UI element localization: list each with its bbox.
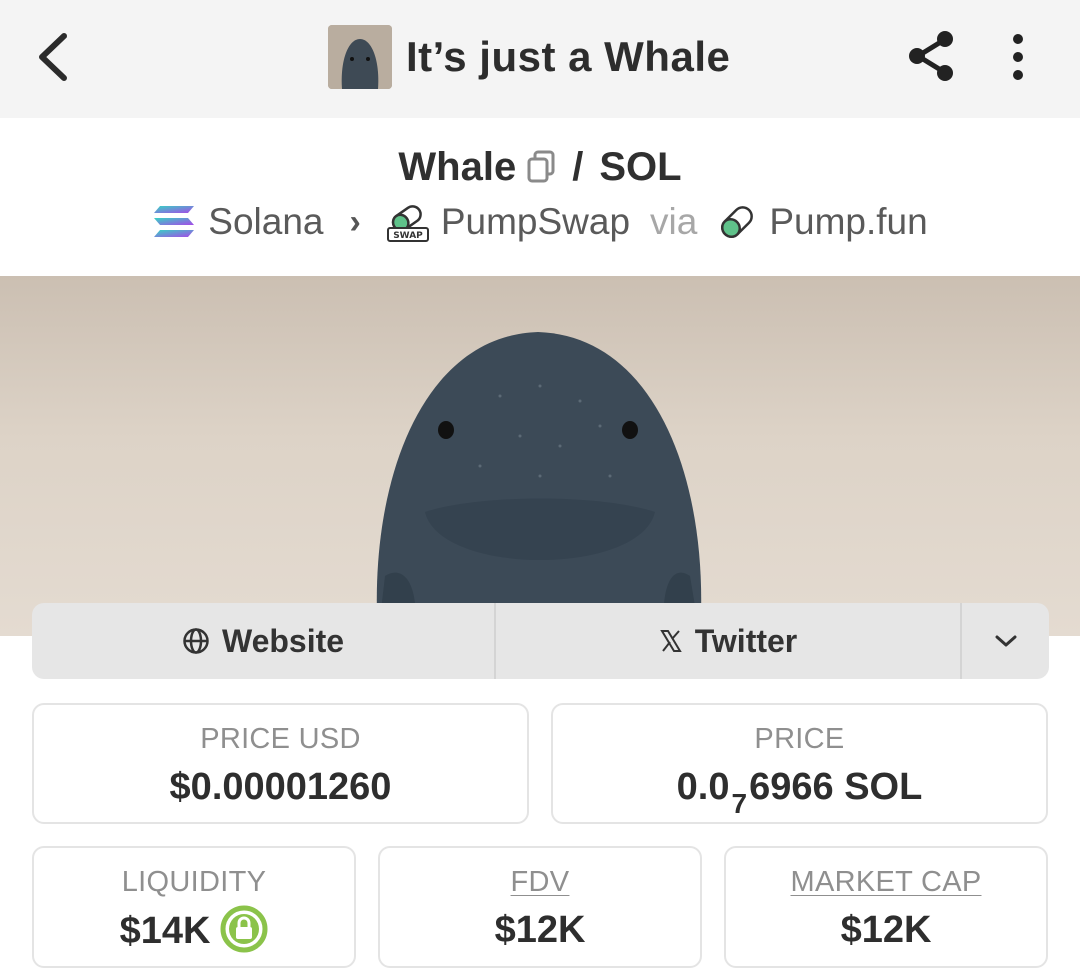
fdv-label[interactable]: FDV: [380, 866, 700, 899]
launchpad-link[interactable]: Pump.fun: [769, 201, 927, 243]
twitter-button[interactable]: Twitter: [496, 603, 962, 679]
pill-icon: [721, 206, 754, 239]
token-title: It’s just a Whale: [328, 25, 730, 89]
pair-header: Whale / SOL: [0, 140, 1080, 194]
back-icon: [39, 33, 67, 81]
pair-separator: /: [572, 144, 584, 189]
twitter-label: Twitter: [694, 622, 798, 659]
token-avatar: [328, 25, 392, 89]
price-usd-label: PRICE USD: [200, 723, 361, 755]
chevron-right-icon: ›: [349, 202, 361, 241]
fdv-value: $12K: [494, 909, 586, 951]
price-zero-count: 7: [731, 788, 748, 819]
liquidity-value-row: $14K: [34, 905, 354, 957]
via-label: via: [650, 201, 698, 242]
price-native-card: PRICE 0.076966 SOL: [551, 703, 1048, 824]
more-vertical-icon: [1013, 34, 1023, 80]
lock-icon[interactable]: [220, 905, 268, 953]
price-usd-card: PRICE USD $0.00001260: [32, 703, 529, 824]
price-prefix: 0.0: [676, 766, 730, 808]
fdv-card[interactable]: FDV $12K: [378, 846, 702, 968]
swap-badge-text: SWAP: [393, 231, 423, 241]
pumpswap-icon: SWAP: [386, 205, 429, 242]
price-usd-value: $0.00001260: [169, 766, 392, 808]
liquidity-value: $14K: [119, 910, 211, 953]
liquidity-label: LIQUIDITY: [121, 866, 267, 898]
base-token: Whale: [398, 144, 517, 189]
back-button[interactable]: [30, 28, 80, 86]
price-digits: 6966: [749, 766, 834, 808]
social-links-bar: Website Twitter: [32, 603, 1049, 679]
website-button[interactable]: Website: [32, 603, 496, 679]
price-native-value: 0.076966 SOL: [553, 766, 1046, 819]
globe-icon: [183, 628, 209, 654]
market-cap-value: $12K: [840, 909, 932, 951]
share-icon: [909, 31, 953, 81]
market-cap-label[interactable]: MARKET CAP: [726, 866, 1046, 899]
price-unit: SOL: [844, 766, 923, 808]
solana-icon: [154, 206, 195, 237]
x-logo-icon: [659, 630, 682, 652]
more-links-button[interactable]: [962, 603, 1049, 679]
token-banner-image: [0, 276, 1080, 636]
quote-token: SOL: [599, 144, 682, 189]
copy-icon[interactable]: [526, 150, 556, 184]
website-label: Website: [221, 622, 345, 659]
route-row: Solana › SWAP PumpSwap via Pump.fun: [0, 196, 1080, 248]
app-bar: It’s just a Whale: [0, 0, 1080, 118]
chevron-down-icon: [995, 635, 1016, 647]
page-title: It’s just a Whale: [406, 33, 731, 80]
dex-link[interactable]: PumpSwap: [441, 201, 630, 243]
share-button[interactable]: [904, 28, 960, 84]
more-options-button[interactable]: [998, 30, 1038, 84]
liquidity-card: LIQUIDITY $14K: [32, 846, 356, 968]
price-native-label: PRICE: [754, 723, 845, 755]
market-cap-card[interactable]: MARKET CAP $12K: [724, 846, 1048, 968]
chain-link[interactable]: Solana: [208, 201, 323, 243]
